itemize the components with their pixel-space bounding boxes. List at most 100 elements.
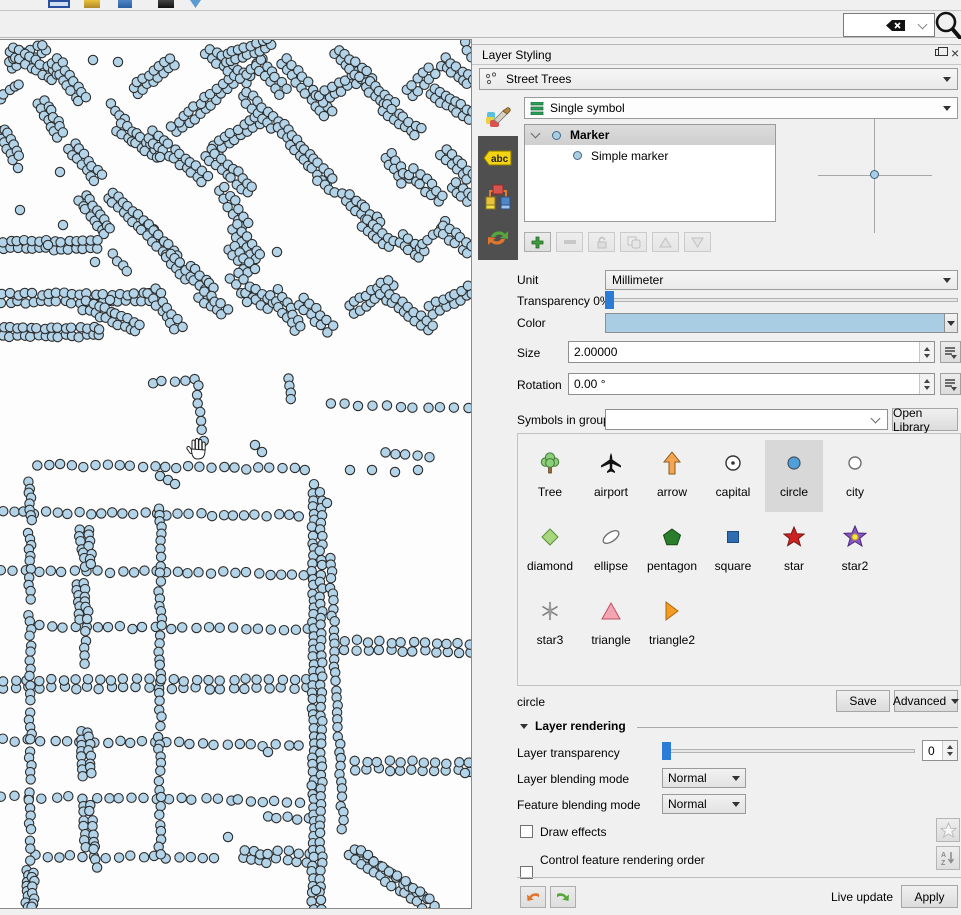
duplicate-icon xyxy=(627,236,641,249)
float-panel-icon[interactable] xyxy=(935,49,943,56)
minus-icon xyxy=(564,240,576,244)
style-tree-icon xyxy=(485,184,511,212)
map-canvas[interactable] xyxy=(0,39,472,909)
symbol-item-star[interactable]: star xyxy=(765,514,823,586)
size-value: 2.00000 xyxy=(569,345,919,359)
symbol-tree-simple-marker-row[interactable]: Simple marker xyxy=(525,146,775,165)
symbol-item-pentagon[interactable]: pentagon xyxy=(643,514,701,586)
move-down-button[interactable] xyxy=(684,232,711,252)
layer-transparency-slider[interactable] xyxy=(662,742,915,760)
toolbar-row xyxy=(0,12,961,38)
layer-blending-select[interactable]: Normal xyxy=(662,768,746,788)
symbol-item-airport[interactable]: airport xyxy=(582,440,640,512)
duplicate-symbol-layer-button[interactable] xyxy=(620,232,647,252)
layer-transparency-handle[interactable] xyxy=(662,742,671,760)
rotation-label: Rotation xyxy=(517,378,562,392)
transparency-slider[interactable] xyxy=(605,291,958,309)
draw-effects-label: Draw effects xyxy=(540,825,606,839)
transparency-slider-handle[interactable] xyxy=(605,291,614,309)
rotation-data-defined-button[interactable] xyxy=(940,373,961,395)
draw-effects-checkbox[interactable] xyxy=(520,825,533,838)
layer-rendering-header[interactable]: Layer rendering xyxy=(520,719,626,733)
single-symbol-icon xyxy=(530,102,544,115)
symbol-item-arrow[interactable]: arrow xyxy=(643,440,701,512)
symbol-item-label: ellipse xyxy=(594,559,628,573)
renderer-selector[interactable]: Single symbol xyxy=(524,97,958,119)
symbol-item-tree[interactable]: Tree xyxy=(521,440,579,512)
layer-blending-arrow-icon xyxy=(732,776,740,781)
symbol-tree-marker-row[interactable]: Marker xyxy=(525,125,775,145)
triangle2-symbol-icon xyxy=(659,598,685,624)
layer-transparency-spinbox[interactable]: 0 xyxy=(922,740,958,761)
layer-transparency-spin-arrows[interactable] xyxy=(942,741,957,760)
effects-options-button[interactable] xyxy=(936,818,960,842)
open-library-button[interactable]: Open Library xyxy=(892,408,958,431)
tab-style-history[interactable] xyxy=(478,178,518,218)
color-swatch-button[interactable] xyxy=(605,313,945,333)
symbol-item-capital[interactable]: capital xyxy=(704,440,762,512)
apply-button[interactable]: Apply xyxy=(901,885,958,908)
square-symbol-icon xyxy=(720,524,746,550)
feature-blending-value: Normal xyxy=(663,797,732,811)
paintbrush-icon xyxy=(484,104,512,128)
close-panel-icon[interactable]: × xyxy=(951,45,959,61)
tab-undo-history[interactable] xyxy=(478,218,518,258)
symbol-item-star3[interactable]: star3 xyxy=(521,588,579,660)
advanced-arrow-icon xyxy=(951,699,959,704)
add-symbol-layer-button[interactable] xyxy=(524,232,551,252)
symbol-item-circle[interactable]: circle xyxy=(765,440,823,512)
tab-labels[interactable]: abc xyxy=(478,138,518,178)
size-spin-arrows[interactable] xyxy=(919,342,934,362)
redo-style-button[interactable] xyxy=(550,886,576,908)
undo-style-button[interactable] xyxy=(520,886,546,908)
symbol-item-city[interactable]: city xyxy=(826,440,884,512)
layer-selector[interactable]: Street Trees xyxy=(479,68,958,90)
size-spinbox[interactable]: 2.00000 xyxy=(568,341,935,363)
status-strip xyxy=(0,909,961,915)
toolbar-icon-sliver-3[interactable] xyxy=(118,0,132,8)
rendering-order-button[interactable]: A Z xyxy=(936,846,960,870)
move-up-button[interactable] xyxy=(652,232,679,252)
clear-text-icon[interactable] xyxy=(884,19,906,32)
rotation-spinbox[interactable]: 0.00 ° xyxy=(568,373,935,395)
feature-blending-select[interactable]: Normal xyxy=(662,794,746,814)
symbol-item-label: circle xyxy=(780,485,808,499)
color-label: Color xyxy=(517,316,546,330)
unit-select[interactable]: Millimeter xyxy=(605,270,958,290)
plus-icon xyxy=(531,236,544,249)
symbol-item-star2[interactable]: star2 xyxy=(826,514,884,586)
current-symbol-name: circle xyxy=(517,695,545,709)
qgis-window: { "panel": { "title": "Layer Styling", "… xyxy=(0,0,961,915)
search-icon[interactable] xyxy=(933,9,961,41)
airport-symbol-icon xyxy=(598,450,624,476)
symbol-item-label: city xyxy=(846,485,864,499)
symbol-item-square[interactable]: square xyxy=(704,514,762,586)
toolbar-icon-sliver-4[interactable] xyxy=(158,0,174,8)
size-data-defined-button[interactable] xyxy=(940,341,961,363)
lock-symbol-layer-button[interactable] xyxy=(588,232,615,252)
symbol-item-label: triangle xyxy=(591,633,630,647)
save-button[interactable]: Save xyxy=(836,690,890,712)
simple-marker-icon xyxy=(573,151,582,160)
symbol-item-ellipse[interactable]: ellipse xyxy=(582,514,640,586)
tree-symbol-icon xyxy=(537,450,563,476)
symbol-item-triangle2[interactable]: triangle2 xyxy=(643,588,701,660)
toolbar-icon-sliver-1[interactable] xyxy=(48,0,70,8)
slider-groove xyxy=(662,749,915,753)
symbol-preview-marker xyxy=(870,170,879,179)
symbols-in-group-select[interactable] xyxy=(605,409,888,430)
remove-symbol-layer-button[interactable] xyxy=(556,232,583,252)
sort-az-icon: A Z xyxy=(940,850,956,866)
expand-chevron-icon[interactable] xyxy=(531,128,541,138)
color-dropdown-button[interactable] xyxy=(945,313,958,333)
data-defined-icon xyxy=(943,377,958,392)
symbol-item-triangle[interactable]: triangle xyxy=(582,588,640,660)
color-dropdown-arrow-icon xyxy=(947,321,955,326)
live-update-label: Live update xyxy=(831,890,893,904)
tab-symbology[interactable] xyxy=(478,96,518,136)
advanced-button[interactable]: Advanced xyxy=(894,690,958,712)
symbol-item-diamond[interactable]: diamond xyxy=(521,514,579,586)
ellipse-symbol-icon xyxy=(598,524,624,550)
rotation-spin-arrows[interactable] xyxy=(919,374,934,394)
toolbar-icon-sliver-2[interactable] xyxy=(84,0,100,8)
